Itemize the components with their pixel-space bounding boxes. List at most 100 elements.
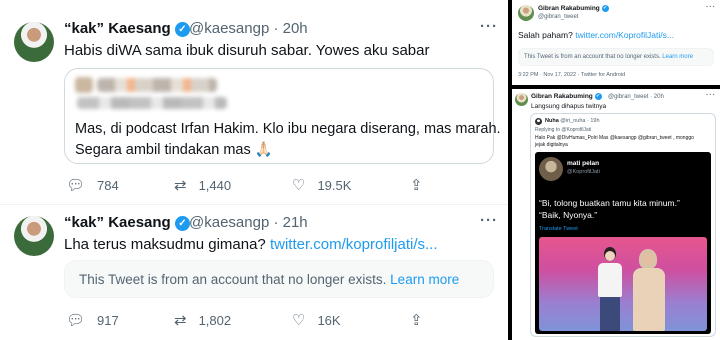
tweet1-time[interactable]: 20h <box>283 20 308 37</box>
quote-text-line1: Halo Pak @DivHumas_Polri Mas @kaesangp @… <box>535 135 694 141</box>
like-button[interactable]: ♡ 19.5K <box>292 176 351 194</box>
right-top-panel: Gibran Rakabuming ✓ @gibran_tweet ··· Sa… <box>512 0 720 85</box>
unavailable-message: This Tweet is from an account that no lo… <box>524 54 661 60</box>
quote-time: 19h <box>590 118 600 124</box>
embed-line2: “Baik, Nyonya.” <box>539 210 598 220</box>
quote-header: Nuha @iri_nuha · 19h <box>545 118 600 124</box>
photo-person-right <box>631 249 667 331</box>
nuha-avatar <box>535 118 542 125</box>
tweet1-display-name[interactable]: “kak” Kaesang ✓ <box>64 20 190 37</box>
verified-badge-icon: ✓ <box>174 21 190 37</box>
unavailable-message: This Tweet is from an account that no lo… <box>79 272 387 287</box>
embedded-photo <box>539 237 707 331</box>
quote-display-name: Nuha <box>545 118 559 124</box>
retweet-count: 1,440 <box>198 177 232 193</box>
retweet-button[interactable]: ⇄ 1,440 <box>174 176 231 194</box>
right-top-display-name[interactable]: Gibran Rakabuming ✓ <box>538 5 609 12</box>
verified-badge-icon: ✓ <box>601 5 609 12</box>
kaesang-avatar[interactable] <box>14 216 54 256</box>
like-count: 19.5K <box>317 177 352 193</box>
like-count: 16K <box>317 312 341 328</box>
reply-count: 917 <box>97 312 119 328</box>
reply-count: 784 <box>97 177 119 193</box>
unavailable-text: This Tweet is from an account that no lo… <box>79 272 459 287</box>
mati-pelan-avatar <box>539 157 563 181</box>
tweet2-handle[interactable]: @kaesangp <box>189 214 269 231</box>
tweet1-display-name-text: “kak” Kaesang <box>64 20 171 37</box>
right-bottom-handle-time: @gibran_tweet · 20h <box>608 94 664 100</box>
tweet2-text-body: Lha terus maksudmu gimana? <box>64 236 266 253</box>
quote-text-line2: Segara ambil tindakan mas 🙏🏻 <box>75 142 273 158</box>
right-bottom-handle[interactable]: @gibran_tweet <box>608 94 648 100</box>
dot-separator: · <box>273 214 283 231</box>
learn-more-link[interactable]: Learn more <box>390 272 459 287</box>
gibran-avatar[interactable] <box>518 5 534 21</box>
right-bottom-text: Langsung dihapus twitnya <box>531 103 607 110</box>
reply-button[interactable]: 💬︎ 917 <box>66 311 119 329</box>
retweet-icon: ⇄ <box>174 312 187 329</box>
quote-card[interactable]: Nuha @iri_nuha · 19h Replying to @Koprof… <box>530 113 716 337</box>
tweet2-link[interactable]: twitter.com/koprofiljati/s... <box>270 236 438 253</box>
tweet1-text: Habis diWA sama ibuk disuruh sabar. Yowe… <box>64 42 430 59</box>
quote-handle: @iri_nuha <box>560 118 586 124</box>
tweet2-handle-time: @kaesangp · 21h <box>189 214 308 231</box>
right-top-display-name-text: Gibran Rakabuming <box>538 5 600 13</box>
right-top-handle[interactable]: @gibran_tweet <box>538 14 578 20</box>
like-button[interactable]: ♡ 16K <box>292 311 341 329</box>
replying-to: Replying to @KoprofilJati <box>535 127 592 133</box>
left-panel: “kak” Kaesang ✓ @kaesangp · 20h ··· Habi… <box>0 0 508 340</box>
dot-separator: · <box>273 20 283 37</box>
reply-button[interactable]: 💬︎ 784 <box>66 176 119 194</box>
more-icon[interactable]: ··· <box>706 92 716 99</box>
tweet2-display-name-text: “kak” Kaesang <box>64 214 171 231</box>
learn-more-link[interactable]: Learn more <box>662 54 693 60</box>
redacted-line <box>77 97 227 109</box>
tweet2-display-name[interactable]: “kak” Kaesang ✓ <box>64 214 190 231</box>
quote-text-line1: Mas, di podcast Irfan Hakim. Klo ibu neg… <box>75 121 501 137</box>
reply-icon: 💬︎ <box>66 312 86 329</box>
embed-display-name: mati pelan <box>567 160 600 167</box>
embedded-image[interactable]: mati pelan @KoprofilJati “Bi, tolong bua… <box>535 152 711 334</box>
embed-line1: “Bi, tolong buatkan tamu kita minum.” <box>539 198 680 208</box>
verified-badge-icon: ✓ <box>594 93 602 100</box>
verified-badge-icon: ✓ <box>174 215 190 231</box>
heart-icon: ♡ <box>292 177 306 194</box>
tweet2-time[interactable]: 21h <box>283 214 308 231</box>
right-bottom-display-name-text: Gibran Rakabuming <box>531 93 593 101</box>
right-bottom-panel: Gibran Rakabuming ✓ @gibran_tweet · 20h … <box>512 89 720 340</box>
unavailable-tweet-card: This Tweet is from an account that no lo… <box>64 260 494 298</box>
share-button[interactable]: ⇪ <box>410 176 435 194</box>
right-bottom-time[interactable]: 20h <box>654 94 664 100</box>
tweet1-handle-time: @kaesangp · 20h <box>189 20 308 37</box>
unavailable-text: This Tweet is from an account that no lo… <box>524 54 693 60</box>
translate-tweet-link[interactable]: Translate Tweet <box>539 226 578 232</box>
right-top-link[interactable]: twitter.com/KoprofilJati/s... <box>575 30 674 40</box>
retweet-count: 1,802 <box>198 312 232 328</box>
heart-icon: ♡ <box>292 312 306 329</box>
more-icon[interactable]: ··· <box>480 212 498 229</box>
share-icon: ⇪ <box>410 177 423 194</box>
gibran-avatar[interactable] <box>515 93 528 106</box>
unavailable-tweet-card: This Tweet is from an account that no lo… <box>518 48 714 66</box>
redacted-avatar <box>75 77 93 93</box>
embed-handle: @KoprofilJati <box>567 169 600 175</box>
photo-person-left <box>595 247 625 331</box>
retweet-button[interactable]: ⇄ 1,802 <box>174 311 231 329</box>
share-icon: ⇪ <box>410 312 423 329</box>
tweet1-handle[interactable]: @kaesangp <box>189 20 269 37</box>
quote-card[interactable]: Mas, di podcast Irfan Hakim. Klo ibu neg… <box>64 68 501 164</box>
quote-text-line2: jejak digitalnya <box>535 142 568 148</box>
reply-icon: 💬︎ <box>66 177 86 194</box>
share-button[interactable]: ⇪ <box>410 311 435 329</box>
tweet2-text: Lha terus maksudmu gimana? twitter.com/k… <box>64 236 438 253</box>
kaesang-avatar[interactable] <box>14 22 54 62</box>
right-top-text-body: Salah paham? <box>518 30 573 40</box>
right-bottom-display-name[interactable]: Gibran Rakabuming ✓ <box>531 93 602 100</box>
tweet-separator <box>0 204 508 205</box>
right-top-meta: 3:22 PM · Nov 17, 2022 · Twitter for And… <box>518 72 626 78</box>
retweet-icon: ⇄ <box>174 177 187 194</box>
more-icon[interactable]: ··· <box>480 18 498 35</box>
redacted-name <box>97 78 217 92</box>
right-top-text: Salah paham? twitter.com/KoprofilJati/s.… <box>518 30 674 40</box>
more-icon[interactable]: ··· <box>706 4 716 11</box>
